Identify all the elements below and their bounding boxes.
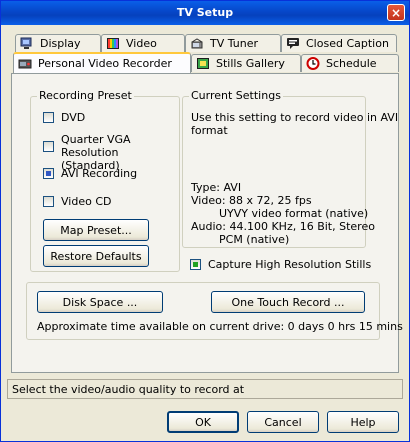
- restore-defaults-button[interactable]: Restore Defaults: [43, 245, 149, 267]
- disk-group: Disk Space ... One Touch Record ... Appr…: [26, 282, 403, 340]
- tab-tv-tuner[interactable]: TV Tuner: [185, 34, 281, 52]
- preset-avi-recording-checkbox[interactable]: [43, 168, 54, 179]
- close-icon: ×: [390, 6, 402, 20]
- preset-dvd[interactable]: DVD: [43, 111, 85, 124]
- settings-video-line2: UYVY video format (native): [219, 207, 369, 220]
- display-icon: [20, 37, 34, 50]
- tab-video-label: Video: [126, 37, 157, 50]
- settings-audio-line1: Audio: 44.100 KHz, 16 Bit, Stereo: [191, 220, 375, 233]
- pvr-icon: [18, 57, 32, 70]
- preset-avi-recording-label: AVI Recording: [61, 167, 138, 180]
- one-touch-record-button[interactable]: One Touch Record ...: [211, 291, 365, 313]
- tv-setup-window: TV Setup × Display Video TV Tuner Closed…: [0, 0, 410, 442]
- current-settings-group: Current Settings Use this setting to rec…: [182, 89, 398, 248]
- tab-tv-tuner-label: TV Tuner: [210, 37, 259, 50]
- closed-caption-icon: [286, 37, 300, 50]
- capture-high-res-label: Capture High Resolution Stills: [208, 258, 372, 271]
- preset-avi-recording[interactable]: AVI Recording: [43, 167, 137, 180]
- preset-video-cd-label: Video CD: [61, 195, 112, 208]
- preset-dvd-checkbox[interactable]: [43, 112, 54, 123]
- tab-stills-gallery[interactable]: Stills Gallery: [191, 54, 301, 72]
- preset-video-cd[interactable]: Video CD: [43, 195, 111, 208]
- tv-tuner-icon: [190, 37, 204, 50]
- settings-audio-line2: PCM (native): [219, 233, 290, 246]
- stills-gallery-icon: [196, 57, 210, 70]
- recording-preset-legend: Recording Preset: [37, 89, 134, 102]
- capture-high-res-checkbox[interactable]: [190, 259, 201, 270]
- settings-description-line1: Use this setting to record video in AVI: [191, 111, 399, 124]
- current-settings-legend: Current Settings: [189, 89, 283, 102]
- ok-button[interactable]: OK: [167, 411, 239, 433]
- map-preset-button[interactable]: Map Preset...: [43, 219, 149, 241]
- window-title: TV Setup: [176, 6, 234, 19]
- approx-time-text: Approximate time available on current dr…: [37, 320, 403, 333]
- recording-preset-group: Recording Preset DVD Quarter VGA Resolut…: [30, 89, 180, 272]
- tab-schedule[interactable]: Schedule: [301, 54, 399, 72]
- schedule-icon: [306, 57, 320, 70]
- tab-display-label: Display: [40, 37, 81, 50]
- settings-type: Type: AVI: [191, 181, 242, 194]
- tab-personal-video-recorder[interactable]: Personal Video Recorder: [13, 52, 191, 73]
- preset-video-cd-checkbox[interactable]: [43, 196, 54, 207]
- tab-schedule-label: Schedule: [326, 57, 377, 70]
- tab-stills-gallery-label: Stills Gallery: [216, 57, 285, 70]
- cancel-button[interactable]: Cancel: [247, 411, 319, 433]
- title-bar[interactable]: TV Setup ×: [1, 1, 409, 25]
- close-button[interactable]: ×: [387, 4, 405, 21]
- status-text: Select the video/audio quality to record…: [12, 382, 245, 396]
- preset-quarter-vga-label-1: Quarter VGA: [61, 133, 131, 146]
- tab-video[interactable]: Video: [101, 34, 185, 52]
- tab-display[interactable]: Display: [15, 34, 101, 52]
- status-bar: Select the video/audio quality to record…: [7, 379, 403, 399]
- disk-space-button[interactable]: Disk Space ...: [37, 291, 163, 313]
- help-button[interactable]: Help: [327, 411, 399, 433]
- preset-dvd-label: DVD: [61, 111, 86, 124]
- tab-closed-caption-label: Closed Caption: [306, 37, 389, 50]
- video-icon: [106, 37, 120, 50]
- capture-high-res-stills[interactable]: Capture High Resolution Stills: [190, 258, 371, 271]
- tab-closed-caption[interactable]: Closed Caption: [281, 34, 397, 52]
- settings-description-line2: format: [191, 124, 228, 137]
- tab-pvr-label: Personal Video Recorder: [38, 57, 172, 70]
- settings-video-line1: Video: 88 x 72, 25 fps: [191, 194, 312, 207]
- preset-quarter-vga-checkbox[interactable]: [43, 141, 54, 152]
- pvr-panel: Recording Preset DVD Quarter VGA Resolut…: [11, 73, 403, 373]
